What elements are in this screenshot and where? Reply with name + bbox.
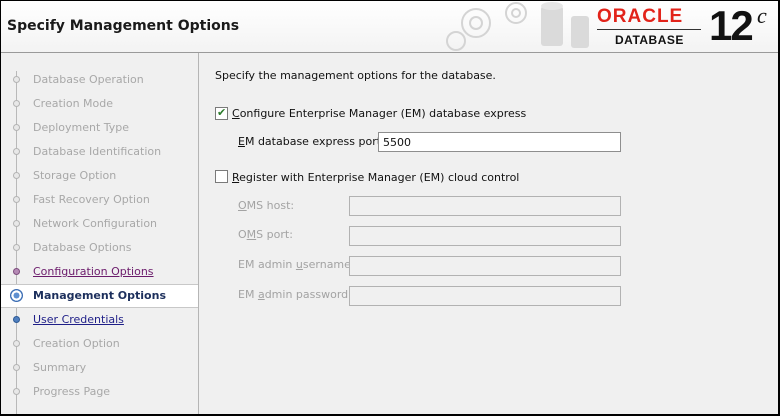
em-port-label-text: M database express port: bbox=[244, 135, 385, 148]
page-title: Specify Management Options bbox=[7, 18, 240, 34]
gears-graphic-icon bbox=[446, 2, 589, 51]
sidebar-step-progress-page: Progress Page bbox=[1, 380, 198, 404]
checkmark-icon: ✔ bbox=[217, 106, 227, 119]
database-wordmark: DATABASE bbox=[615, 33, 684, 47]
oms-host-label-text: MS host: bbox=[246, 199, 295, 212]
oms-port-input[interactable] bbox=[349, 226, 621, 246]
step-node-icon bbox=[13, 172, 20, 179]
oms-port-label-text: S port: bbox=[256, 228, 293, 241]
sidebar-step-storage-option: Storage Option bbox=[1, 164, 198, 188]
em-admin-username-label: EM admin username: bbox=[238, 258, 355, 271]
oms-port-label: OMS port: bbox=[238, 228, 293, 241]
step-node-icon bbox=[13, 244, 20, 251]
step-node-icon bbox=[13, 220, 20, 227]
step-node-icon bbox=[13, 268, 20, 275]
sidebar-step-label: Management Options bbox=[33, 289, 166, 302]
wizard-steps-sidebar: Database Operation Creation Mode Deploymen… bbox=[1, 53, 199, 414]
em-admin-username-label-b: sername: bbox=[302, 258, 355, 271]
version-number: 12 bbox=[709, 2, 754, 49]
em-admin-password-input[interactable] bbox=[349, 286, 621, 306]
em-admin-username-label-a: EM admin bbox=[238, 258, 296, 271]
em-admin-password-label-b: dmin password: bbox=[264, 288, 352, 301]
step-node-icon bbox=[13, 364, 20, 371]
sidebar-step-network-configuration: Network Configuration bbox=[1, 212, 198, 236]
em-admin-password-label-a: EM bbox=[238, 288, 258, 301]
cloud-control-label-text: egister with Enterprise Manager (EM) clo… bbox=[239, 171, 520, 184]
step-node-icon bbox=[13, 196, 20, 203]
sidebar-step-management-options[interactable]: Management Options bbox=[1, 284, 198, 308]
oracle-logo: ORACLE DATABASE bbox=[597, 6, 707, 50]
sidebar-step-label: Database Identification bbox=[33, 145, 162, 158]
em-port-label: EM database express port: bbox=[238, 135, 385, 148]
sidebar-step-fast-recovery-option: Fast Recovery Option bbox=[1, 188, 198, 212]
sidebar-step-label: Creation Option bbox=[33, 337, 120, 350]
sidebar-step-database-options: Database Options bbox=[1, 236, 198, 260]
em-admin-password-label: EM admin password: bbox=[238, 288, 352, 301]
em-express-label-text: onfigure Enterprise Manager (EM) databas… bbox=[239, 107, 527, 120]
oms-host-label: OMS host: bbox=[238, 199, 295, 212]
sidebar-step-creation-option: Creation Option bbox=[1, 332, 198, 356]
sidebar-step-label: Creation Mode bbox=[33, 97, 114, 110]
step-node-icon bbox=[13, 340, 20, 347]
step-node-icon bbox=[13, 388, 20, 395]
section-description: Specify the management options for the d… bbox=[215, 69, 496, 82]
step-node-icon bbox=[13, 100, 20, 107]
sidebar-step-creation-mode: Creation Mode bbox=[1, 92, 198, 116]
step-node-icon bbox=[13, 316, 20, 323]
sidebar-step-label: Summary bbox=[33, 361, 87, 374]
cloud-control-checkbox[interactable] bbox=[215, 170, 228, 183]
sidebar-step-label: User Credentials bbox=[33, 313, 124, 326]
version-suffix: c bbox=[757, 3, 767, 28]
sidebar-step-database-operation: Database Operation bbox=[1, 68, 198, 92]
header-banner: Specify Management Options ORACLE DATABA… bbox=[1, 1, 778, 53]
step-node-icon bbox=[13, 124, 20, 131]
management-options-panel: Specify the management options for the d… bbox=[199, 53, 778, 414]
em-admin-username-input[interactable] bbox=[349, 256, 621, 276]
sidebar-step-database-identification: Database Identification bbox=[1, 140, 198, 164]
sidebar-step-user-credentials[interactable]: User Credentials bbox=[1, 308, 198, 332]
sidebar-step-label: Deployment Type bbox=[33, 121, 130, 134]
sidebar-step-summary: Summary bbox=[1, 356, 198, 380]
em-port-input[interactable]: 5500 bbox=[378, 132, 621, 152]
oms-host-input[interactable] bbox=[349, 196, 621, 216]
sidebar-step-label: Progress Page bbox=[33, 385, 111, 398]
em-express-label[interactable]: Configure Enterprise Manager (EM) databa… bbox=[232, 107, 526, 120]
logo-divider bbox=[597, 29, 701, 30]
sidebar-step-label: Database Operation bbox=[33, 73, 144, 86]
sidebar-step-label: Database Options bbox=[33, 241, 132, 254]
sidebar-step-configuration-options[interactable]: Configuration Options bbox=[1, 260, 198, 284]
oracle-wordmark: ORACLE bbox=[597, 6, 684, 27]
cloud-control-label[interactable]: Register with Enterprise Manager (EM) cl… bbox=[232, 171, 519, 184]
step-node-icon bbox=[10, 289, 23, 302]
sidebar-step-label: Configuration Options bbox=[33, 265, 154, 278]
sidebar-step-label: Storage Option bbox=[33, 169, 117, 182]
sidebar-step-deployment-type: Deployment Type bbox=[1, 116, 198, 140]
sidebar-step-label: Network Configuration bbox=[33, 217, 158, 230]
sidebar-step-label: Fast Recovery Option bbox=[33, 193, 150, 206]
em-express-checkbox[interactable]: ✔ bbox=[215, 106, 228, 120]
installer-window: Specify Management Options ORACLE DATABA… bbox=[1, 1, 778, 414]
step-node-icon bbox=[13, 76, 20, 83]
step-node-icon bbox=[13, 148, 20, 155]
